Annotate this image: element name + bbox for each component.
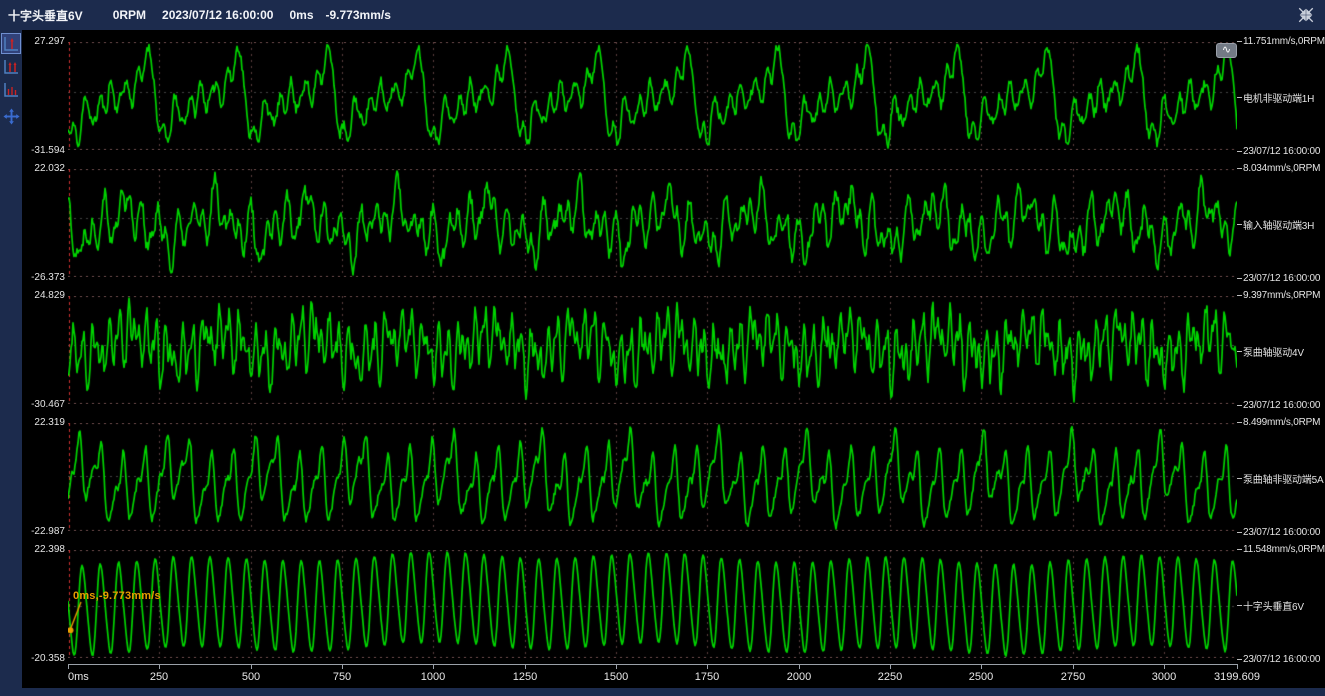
x-tick-label: 0ms xyxy=(68,671,89,683)
timestamp-label: 23/07/12 16:00:00 xyxy=(1237,146,1320,157)
x-tick-mark xyxy=(159,664,160,669)
y-min-label: -26.373 xyxy=(31,272,65,283)
x-tick-mark xyxy=(251,664,252,669)
cursor-annotation: 0ms,-9.773mm/s xyxy=(73,590,161,602)
x-tick-label: 1500 xyxy=(604,671,628,683)
channel-label: 十字头垂直6V xyxy=(1237,598,1304,613)
waveform-double-icon xyxy=(3,59,19,75)
channel-label: 泵曲轴非驱动端5A xyxy=(1237,471,1323,486)
peak-readout: 11.548mm/s,0RPM xyxy=(1237,544,1325,555)
cursor-value-readout: -9.773mm/s xyxy=(326,8,391,22)
spectrum-bars-icon xyxy=(3,82,19,98)
y-max-label: 22.032 xyxy=(34,163,65,174)
x-tick-mark xyxy=(981,664,982,669)
y-max-label: 22.319 xyxy=(34,417,65,428)
x-tick-mark xyxy=(433,664,434,669)
sidebar-item-pan-move[interactable] xyxy=(1,106,21,127)
x-axis-line xyxy=(68,664,1237,665)
pan-move-icon xyxy=(3,108,20,125)
channel-label: 输入轴驱动端3H xyxy=(1237,217,1314,232)
chart-row-2: 22.032 -26.373 8.034mm/s,0RPM 输入轴驱动端3H 2… xyxy=(22,169,1325,277)
charts-panel: 27.297 -31.594 ∿ 11.751mm/s,0RPM 电机非驱动端1… xyxy=(22,30,1325,688)
x-tick-mark xyxy=(68,664,69,669)
peak-readout: 8.499mm/s,0RPM xyxy=(1237,417,1320,428)
waveform-plot-2[interactable] xyxy=(68,169,1237,277)
x-tick-mark xyxy=(890,664,891,669)
peak-readout: 8.034mm/s,0RPM xyxy=(1237,163,1320,174)
x-tick-label: 3000 xyxy=(1152,671,1176,683)
charts-stack: 27.297 -31.594 ∿ 11.751mm/s,0RPM 电机非驱动端1… xyxy=(22,42,1325,677)
cursor-time-readout: 0ms xyxy=(289,8,313,22)
bottom-strip xyxy=(0,688,1325,696)
tool-sidebar xyxy=(0,30,22,696)
sidebar-item-waveform-single[interactable] xyxy=(1,33,21,54)
top-status-bar: 十字头垂直6V 0RPM 2023/07/12 16:00:00 0ms -9.… xyxy=(0,0,1325,30)
peak-readout: 11.751mm/s,0RPM xyxy=(1237,36,1325,47)
timestamp-label: 23/07/12 16:00:00 xyxy=(1237,400,1320,411)
waveform-single-icon xyxy=(3,36,19,52)
x-tick-mark xyxy=(342,664,343,669)
x-tick-label: 1000 xyxy=(421,671,445,683)
chart-row-5: 22.398 -20.358 0ms,-9.773mm/s 11.548mm/s… xyxy=(22,550,1325,658)
y-max-label: 27.297 xyxy=(34,36,65,47)
sidebar-item-waveform-double[interactable] xyxy=(1,56,21,77)
x-tick-mark xyxy=(616,664,617,669)
y-max-label: 22.398 xyxy=(34,544,65,555)
y-min-label: -22.987 xyxy=(31,526,65,537)
datetime-readout: 2023/07/12 16:00:00 xyxy=(162,8,273,22)
sidebar-item-spectrum-bars[interactable] xyxy=(1,79,21,100)
rpm-readout: 0RPM xyxy=(113,8,146,22)
x-tick-label: 2750 xyxy=(1061,671,1085,683)
x-tick-mark xyxy=(1237,664,1238,669)
x-tick-mark xyxy=(1073,664,1074,669)
x-tick-label: 3199.609 xyxy=(1214,671,1260,683)
chart-row-1: 27.297 -31.594 ∿ 11.751mm/s,0RPM 电机非驱动端1… xyxy=(22,42,1325,150)
x-tick-label: 1250 xyxy=(513,671,537,683)
x-axis: 0ms 250 500 750 1000 1250 1500 1750 2000 2250 2500… xyxy=(22,658,1325,688)
collapse-panel-button[interactable] xyxy=(1295,4,1317,26)
x-tick-mark xyxy=(525,664,526,669)
y-min-label: -31.594 xyxy=(31,145,65,156)
peak-readout: 9.397mm/s,0RPM xyxy=(1237,290,1320,301)
channel-label: 泵曲轴驱动4V xyxy=(1237,344,1304,359)
probe-name: 十字头垂直6V xyxy=(8,7,83,24)
x-tick-label: 2000 xyxy=(787,671,811,683)
collapse-arrows-icon xyxy=(1297,6,1315,24)
x-tick-mark xyxy=(707,664,708,669)
waveform-plot-3[interactable] xyxy=(68,296,1237,404)
x-tick-label: 2250 xyxy=(878,671,902,683)
x-tick-label: 2500 xyxy=(969,671,993,683)
waveform-plot-4[interactable] xyxy=(68,423,1237,531)
x-tick-label: 250 xyxy=(150,671,168,683)
waveform-plot-1[interactable]: ∿ xyxy=(68,42,1237,150)
x-tick-label: 500 xyxy=(242,671,260,683)
x-tick-mark xyxy=(1164,664,1165,669)
chart-row-3: 24.829 -30.467 9.397mm/s,0RPM 泵曲轴驱动4V 23… xyxy=(22,296,1325,404)
y-max-label: 24.829 xyxy=(34,290,65,301)
channel-label: 电机非驱动端1H xyxy=(1237,90,1314,105)
vibration-monitor-window: 十字头垂直6V 0RPM 2023/07/12 16:00:00 0ms -9.… xyxy=(0,0,1325,696)
x-tick-label: 750 xyxy=(333,671,351,683)
wave-icon: ∿ xyxy=(1222,44,1231,56)
timestamp-label: 23/07/12 16:00:00 xyxy=(1237,527,1320,538)
timestamp-label: 23/07/12 16:00:00 xyxy=(1237,273,1320,284)
chart-row-4: 22.319 -22.987 8.499mm/s,0RPM 泵曲轴非驱动端5A … xyxy=(22,423,1325,531)
waveform-overlay-button[interactable]: ∿ xyxy=(1216,43,1237,58)
x-tick-label: 1750 xyxy=(695,671,719,683)
waveform-plot-5[interactable]: 0ms,-9.773mm/s xyxy=(68,550,1237,658)
y-min-label: -30.467 xyxy=(31,399,65,410)
x-tick-mark xyxy=(799,664,800,669)
